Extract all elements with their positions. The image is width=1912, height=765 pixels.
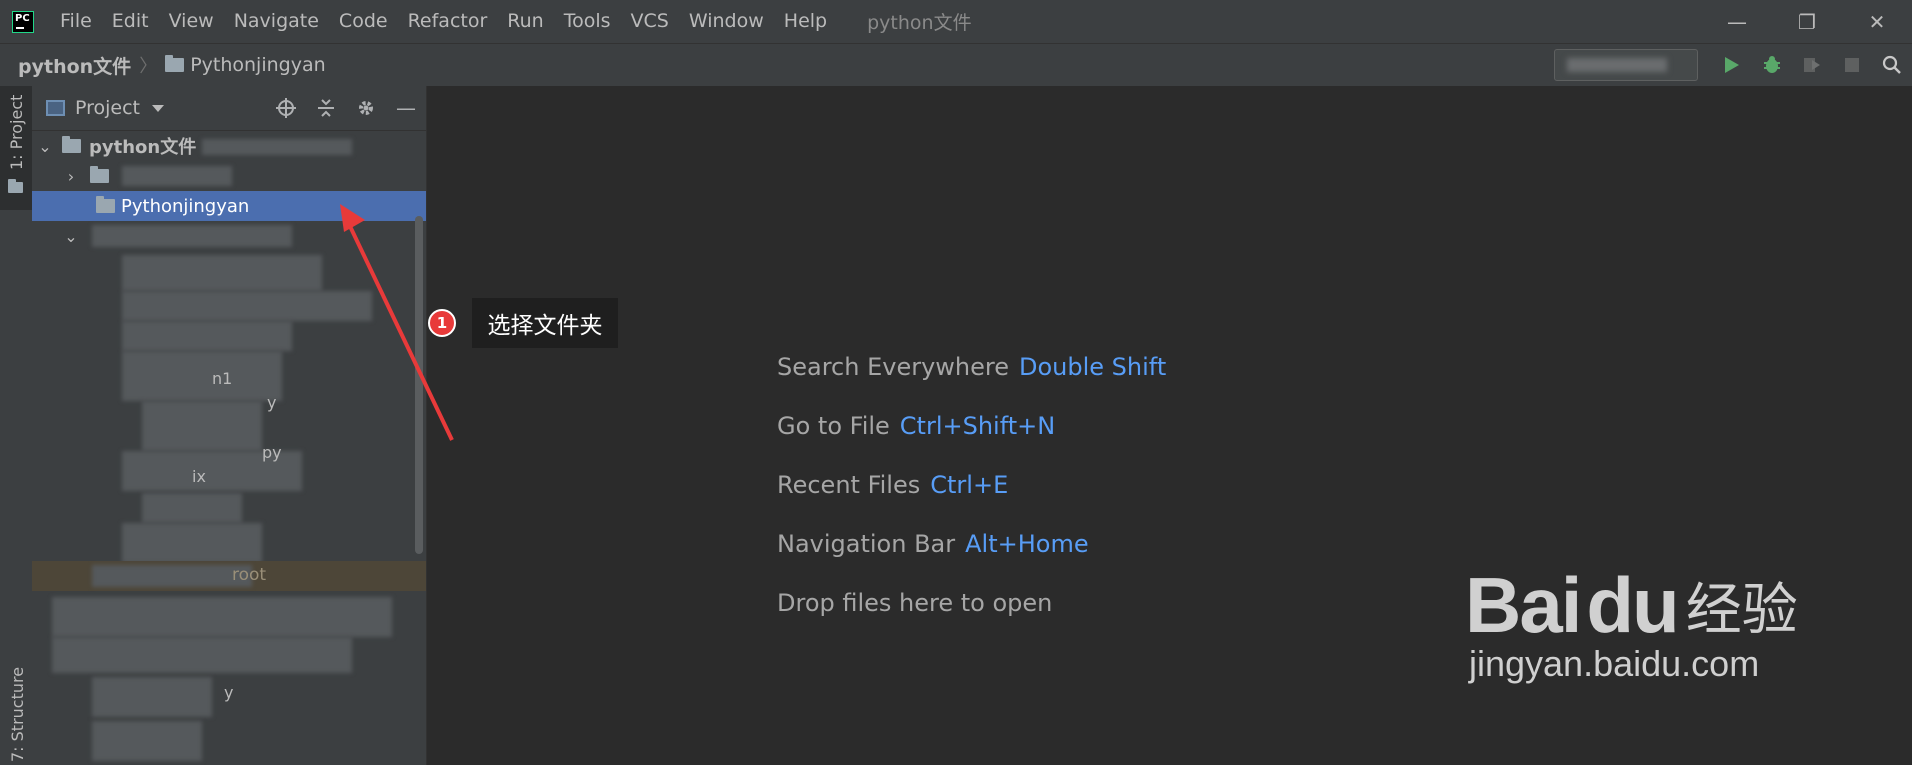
editor-empty-state: Search Everywhere Double Shift Go to File… [777, 353, 1166, 648]
annotation-label: 选择文件夹 [472, 298, 618, 348]
welcome-go-to-file: Go to File Ctrl+Shift+N [777, 412, 1056, 440]
welcome-search-everywhere: Search Everywhere Double Shift [777, 353, 1167, 381]
welcome-recent-files: Recent Files Ctrl+E [777, 471, 1009, 499]
welcome-drop-files: Drop files here to open [777, 589, 1053, 617]
annotation-number-badge: 1 [428, 309, 456, 337]
baidu-watermark: Bai du 经验 jingyan.baidu.com [1465, 561, 1798, 684]
welcome-navigation-bar: Navigation Bar Alt+Home [777, 530, 1089, 558]
